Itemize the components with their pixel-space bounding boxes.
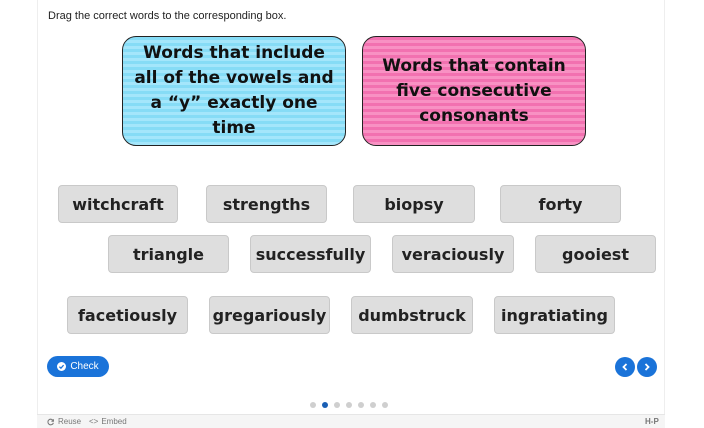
dropzone-vowels-label: Words that include all of the vowels and… — [134, 43, 334, 138]
reuse-icon — [47, 418, 54, 425]
check-button-label: Check — [70, 361, 99, 372]
draggable-word-successfully[interactable]: successfully — [250, 235, 371, 273]
chevron-right-icon — [644, 363, 650, 371]
dropzone-consonants[interactable]: Words that contain five consecutive cons… — [362, 36, 586, 146]
pagination-dot[interactable] — [358, 402, 364, 408]
task-instruction: Drag the correct words to the correspond… — [48, 10, 287, 22]
draggable-word-dumbstruck[interactable]: dumbstruck — [351, 296, 473, 334]
pagination-dot[interactable] — [346, 402, 352, 408]
pagination-dot[interactable] — [382, 402, 388, 408]
check-button[interactable]: Check — [47, 356, 109, 377]
slide-pagination — [310, 402, 388, 408]
pagination-dot[interactable] — [370, 402, 376, 408]
draggable-word-gregariously[interactable]: gregariously — [209, 296, 330, 334]
dropzone-consonants-label: Words that contain five consecutive cons… — [382, 55, 566, 126]
draggable-word-strengths[interactable]: strengths — [206, 185, 327, 223]
pagination-dot-active[interactable] — [322, 402, 328, 408]
embed-icon: <> — [89, 417, 99, 426]
check-circle-icon — [57, 362, 67, 371]
embed-label: Embed — [101, 417, 127, 426]
draggable-word-triangle[interactable]: triangle — [108, 235, 229, 273]
reuse-label: Reuse — [58, 417, 82, 426]
pagination-dot[interactable] — [310, 402, 316, 408]
dropzone-vowels[interactable]: Words that include all of the vowels and… — [122, 36, 346, 146]
draggable-word-biopsy[interactable]: biopsy — [353, 185, 475, 223]
draggable-word-ingratiating[interactable]: ingratiating — [494, 296, 615, 334]
reuse-link[interactable]: Reuse — [47, 417, 81, 426]
chevron-left-icon — [622, 363, 628, 371]
h5p-logo-icon: H-P — [645, 417, 659, 426]
embed-link[interactable]: <> Embed — [89, 417, 127, 426]
previous-button[interactable] — [615, 357, 635, 377]
draggable-word-veraciously[interactable]: veraciously — [392, 235, 514, 273]
draggable-word-facetiously[interactable]: facetiously — [67, 296, 188, 334]
footer-bar: Reuse <> Embed H-P — [37, 414, 665, 428]
pagination-dot[interactable] — [334, 402, 340, 408]
next-button[interactable] — [637, 357, 657, 377]
draggable-word-gooiest[interactable]: gooiest — [535, 235, 656, 273]
draggable-word-witchcraft[interactable]: witchcraft — [58, 185, 178, 223]
draggable-word-forty[interactable]: forty — [500, 185, 621, 223]
